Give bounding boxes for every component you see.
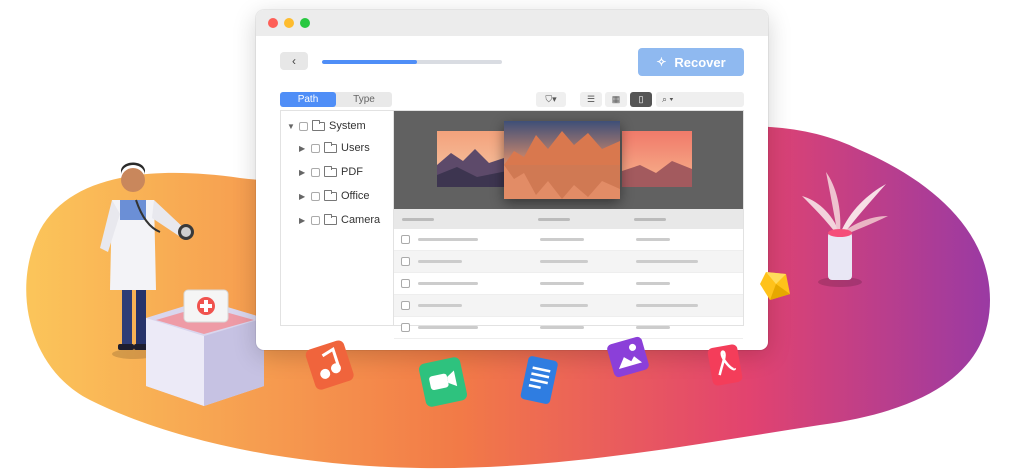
tree-checkbox[interactable] (311, 191, 320, 201)
view-options-bar: Path Type ⛉ ▾ ☰ ▦ ▯ ⌕ ▾ (280, 92, 744, 110)
cell-placeholder (540, 260, 588, 263)
plant-illustration (802, 172, 888, 287)
magic-wand-icon: ✧ (656, 55, 667, 69)
cell-placeholder (418, 260, 462, 263)
tree-item-label: Office (341, 190, 370, 202)
table-row[interactable] (394, 229, 743, 251)
filter-button[interactable]: ⛉ ▾ (536, 92, 566, 107)
cell-placeholder (636, 282, 670, 285)
tab-type[interactable]: Type (336, 92, 392, 107)
content-area: ▼ System ▶ Users ▶ PDF ▶ Office ▶ Camera (280, 110, 744, 339)
grid-view-button[interactable]: ▦ (605, 92, 627, 107)
gallery-view-button[interactable]: ▯ (630, 92, 652, 107)
search-button[interactable]: ⌕ ▾ (656, 92, 744, 107)
cell-placeholder (636, 326, 670, 329)
row-checkbox[interactable] (401, 279, 410, 288)
expand-caret-icon[interactable]: ▶ (299, 216, 307, 225)
image-file-icon (607, 336, 649, 378)
expand-caret-icon[interactable]: ▶ (299, 168, 307, 177)
cell-placeholder (636, 260, 698, 263)
folder-icon (324, 213, 337, 225)
title-bar (256, 10, 768, 37)
gallery-view-icon: ▯ (638, 94, 644, 104)
cell-placeholder (418, 326, 478, 329)
search-icon: ⌕ ▾ (662, 94, 674, 104)
thumbnail-right[interactable] (622, 131, 692, 187)
tree-checkbox[interactable] (299, 121, 308, 131)
file-table (394, 209, 743, 339)
cell-placeholder (418, 304, 462, 307)
recover-button-label: Recover (674, 54, 726, 70)
app-window: ‹ ✧ Recover Path Type ⛉ ▾ ☰ ▦ ▯ ⌕ ▾ ▼ Sy… (256, 10, 768, 350)
folder-icon (312, 119, 325, 131)
column-header-name[interactable] (402, 218, 434, 221)
filter-icon: ⛉ (545, 94, 553, 104)
list-view-icon: ☰ (586, 94, 596, 104)
close-window-button[interactable] (268, 18, 278, 28)
table-header (394, 209, 743, 229)
grid-view-icon: ▦ (611, 94, 621, 104)
tree-item-users[interactable]: ▶ Users (299, 141, 370, 155)
tree-item-camera[interactable]: ▶ Camera (299, 213, 380, 227)
row-checkbox[interactable] (401, 323, 410, 332)
expand-caret-icon[interactable]: ▶ (299, 144, 307, 153)
cell-placeholder (540, 304, 588, 307)
music-file-icon (305, 340, 354, 390)
minimize-window-button[interactable] (284, 18, 294, 28)
table-row[interactable] (394, 273, 743, 295)
tree-checkbox[interactable] (311, 167, 320, 177)
folder-icon (324, 189, 337, 201)
expand-caret-icon[interactable]: ▶ (299, 192, 307, 201)
tree-checkbox[interactable] (311, 143, 320, 153)
chevron-left-icon: ‹ (292, 54, 296, 68)
tree-item-label: PDF (341, 166, 363, 178)
tree-item-label: Users (341, 142, 370, 154)
chevron-down-icon: ▾ (552, 94, 557, 104)
zoom-window-button[interactable] (300, 18, 310, 28)
tree-item-label: Camera (341, 214, 381, 226)
first-aid-kit-icon (146, 289, 264, 406)
tab-path[interactable]: Path (280, 92, 336, 107)
path-type-switch: Path Type (280, 92, 392, 107)
scan-progress-fill (322, 60, 418, 64)
view-mode-group: ☰ ▦ ▯ (580, 92, 652, 107)
cell-placeholder (636, 304, 698, 307)
toolbar: ‹ ✧ Recover (256, 36, 768, 92)
row-checkbox[interactable] (401, 257, 410, 266)
thumbnail-left[interactable] (437, 131, 507, 187)
gem-icon (760, 272, 790, 300)
list-view-button[interactable]: ☰ (580, 92, 602, 107)
cell-placeholder (540, 282, 584, 285)
tree-checkbox[interactable] (311, 215, 320, 225)
recover-button[interactable]: ✧ Recover (638, 48, 744, 76)
back-button[interactable]: ‹ (280, 52, 308, 70)
tree-item-pdf[interactable]: ▶ PDF (299, 165, 363, 179)
folder-icon (324, 165, 337, 177)
table-row[interactable] (394, 317, 743, 339)
row-checkbox[interactable] (401, 235, 410, 244)
cell-placeholder (540, 238, 584, 241)
tree-item-system[interactable]: ▼ System (287, 119, 366, 133)
cell-placeholder (418, 238, 478, 241)
gallery-preview (394, 111, 743, 209)
cell-placeholder (540, 326, 584, 329)
tree-item-office[interactable]: ▶ Office (299, 189, 370, 203)
thumbnail-selected[interactable] (504, 121, 620, 199)
tree-item-label: System (329, 120, 366, 132)
column-header-date[interactable] (634, 218, 666, 221)
cell-placeholder (418, 282, 478, 285)
table-row[interactable] (394, 251, 743, 273)
video-file-icon (419, 357, 467, 407)
pdf-file-icon (707, 344, 743, 386)
folder-icon (324, 141, 337, 153)
row-checkbox[interactable] (401, 301, 410, 310)
column-header-size[interactable] (538, 218, 570, 221)
scan-progress-bar (322, 60, 502, 64)
expand-caret-icon[interactable]: ▼ (287, 122, 295, 131)
folder-tree: ▼ System ▶ Users ▶ PDF ▶ Office ▶ Camera (281, 111, 394, 325)
document-file-icon (520, 356, 558, 404)
cell-placeholder (636, 238, 670, 241)
table-row[interactable] (394, 295, 743, 317)
